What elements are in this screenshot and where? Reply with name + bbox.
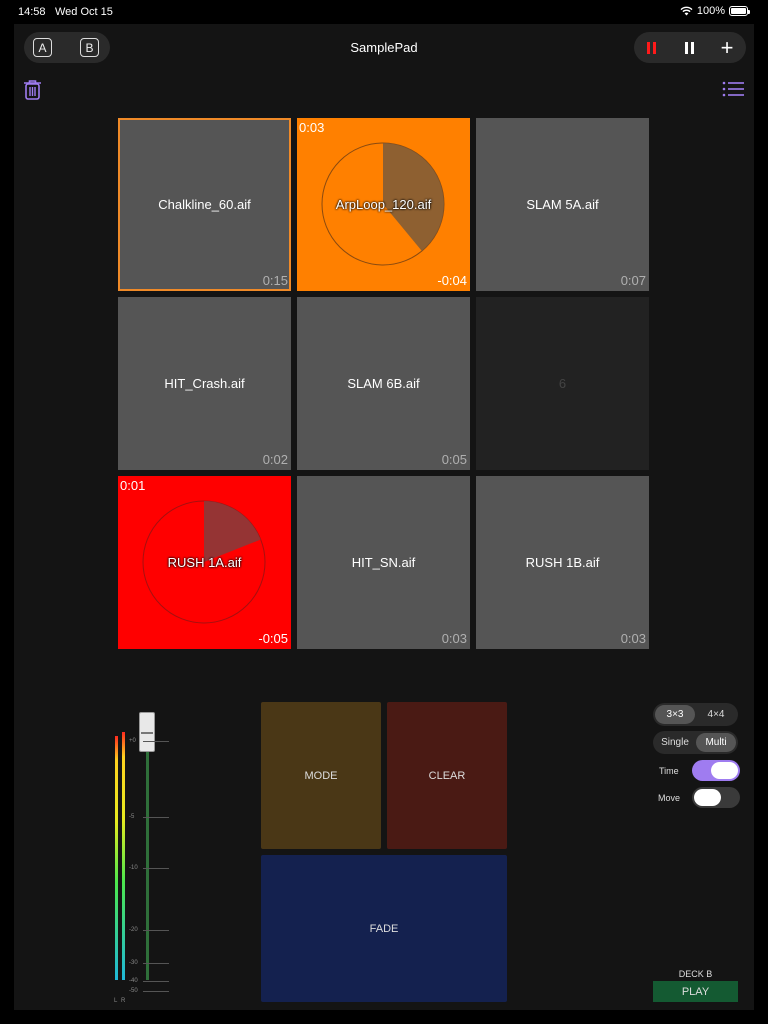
- pad-duration: 0:02: [262, 452, 288, 467]
- fader-track[interactable]: [146, 732, 149, 980]
- pad-name: ArpLoop_120.aif: [335, 197, 432, 212]
- move-label: Move: [658, 793, 681, 803]
- pad-7[interactable]: 0:01 RUSH 1A.aif -0:05: [118, 476, 291, 649]
- transport-controls: +: [634, 32, 746, 63]
- level-meter: +0 -5 -10 -20 -30 -40 -50 L R: [112, 712, 172, 1004]
- pad-elapsed: 0:01: [120, 478, 146, 493]
- pause-red-icon: [646, 41, 656, 54]
- pad-2[interactable]: 0:03 ArpLoop_120.aif -0:04: [297, 118, 470, 291]
- pad-name: Chalkline_60.aif: [158, 197, 251, 212]
- meter-left-bar: [115, 736, 118, 980]
- list-button[interactable]: [722, 81, 744, 102]
- tick-label: -5: [129, 814, 172, 820]
- volume-fader-handle[interactable]: [139, 712, 155, 752]
- pad-name: RUSH 1B.aif: [525, 555, 600, 570]
- progress-wedge: [204, 501, 261, 562]
- pad-9[interactable]: RUSH 1B.aif 0:03: [476, 476, 649, 649]
- pad-duration: 0:05: [441, 452, 467, 467]
- stop-all-button[interactable]: [636, 32, 666, 63]
- grid-3x3-option[interactable]: 3×3: [655, 705, 695, 724]
- grid-4x4-option[interactable]: 4×4: [696, 705, 736, 724]
- meter-right-bar: [122, 732, 125, 980]
- mode-button[interactable]: MODE: [261, 702, 381, 849]
- grid-size-segment: 3×3 4×4: [653, 703, 738, 726]
- play-mode-segment: Single Multi: [653, 731, 738, 754]
- battery-percent: 100%: [696, 5, 725, 17]
- tick-label: -40: [129, 978, 168, 984]
- play-button[interactable]: PLAY: [653, 981, 738, 1002]
- time-label: Time: [659, 766, 679, 776]
- pad-remaining: -0:05: [258, 631, 288, 646]
- status-time: 14:58: [18, 6, 46, 18]
- wifi-icon: [680, 6, 693, 16]
- tick-label: -20: [129, 927, 168, 933]
- fade-button[interactable]: FADE: [261, 855, 507, 1002]
- tick-label: -10: [129, 865, 168, 871]
- list-icon: [722, 81, 744, 97]
- pad-4[interactable]: HIT_Crash.aif 0:02: [118, 297, 291, 470]
- meter-right-label: R: [121, 998, 126, 1004]
- single-option[interactable]: Single: [655, 733, 695, 752]
- tick-label: +0: [129, 738, 169, 744]
- pad-8[interactable]: HIT_SN.aif 0:03: [297, 476, 470, 649]
- pad-6[interactable]: 6: [476, 297, 649, 470]
- pad-duration: 0:07: [620, 273, 646, 288]
- trash-button[interactable]: [23, 79, 42, 105]
- battery-icon: [729, 6, 750, 16]
- pad-name: RUSH 1A.aif: [167, 555, 242, 570]
- tick-label: -50: [129, 988, 168, 994]
- pad-name: SLAM 6B.aif: [347, 376, 420, 391]
- pad-remaining: -0:04: [437, 273, 467, 288]
- pad-3[interactable]: SLAM 5A.aif 0:07: [476, 118, 649, 291]
- pad-duration: 0:03: [620, 631, 646, 646]
- pause-icon: [684, 41, 694, 54]
- pad-elapsed: 0:03: [299, 120, 325, 135]
- pad-duration: 0:15: [262, 273, 288, 288]
- tick-label: -30: [129, 960, 168, 966]
- move-toggle[interactable]: [692, 787, 740, 808]
- multi-option[interactable]: Multi: [696, 733, 736, 752]
- pad-name: HIT_Crash.aif: [164, 376, 245, 391]
- meter-left-label: L: [114, 998, 118, 1004]
- pad-5[interactable]: SLAM 6B.aif 0:05: [297, 297, 470, 470]
- clear-button[interactable]: CLEAR: [387, 702, 507, 849]
- pad-name: 6: [558, 376, 567, 391]
- add-button[interactable]: +: [712, 32, 742, 63]
- deck-label: DECK B: [678, 969, 713, 979]
- pad-duration: 0:03: [441, 631, 467, 646]
- trash-icon: [24, 80, 41, 100]
- status-bar: 14:58 Wed Oct 15 100%: [0, 0, 768, 24]
- status-date: Wed Oct 15: [55, 6, 113, 18]
- pad-name: HIT_SN.aif: [351, 555, 416, 570]
- pause-button[interactable]: [674, 32, 704, 63]
- status-right: 100%: [680, 5, 750, 17]
- pad-name: SLAM 5A.aif: [526, 197, 599, 212]
- app-window: A B SamplePad + Chalkline_60.aif 0:15 0:…: [14, 24, 754, 1010]
- time-toggle[interactable]: [692, 760, 740, 781]
- pad-1[interactable]: Chalkline_60.aif 0:15: [118, 118, 291, 291]
